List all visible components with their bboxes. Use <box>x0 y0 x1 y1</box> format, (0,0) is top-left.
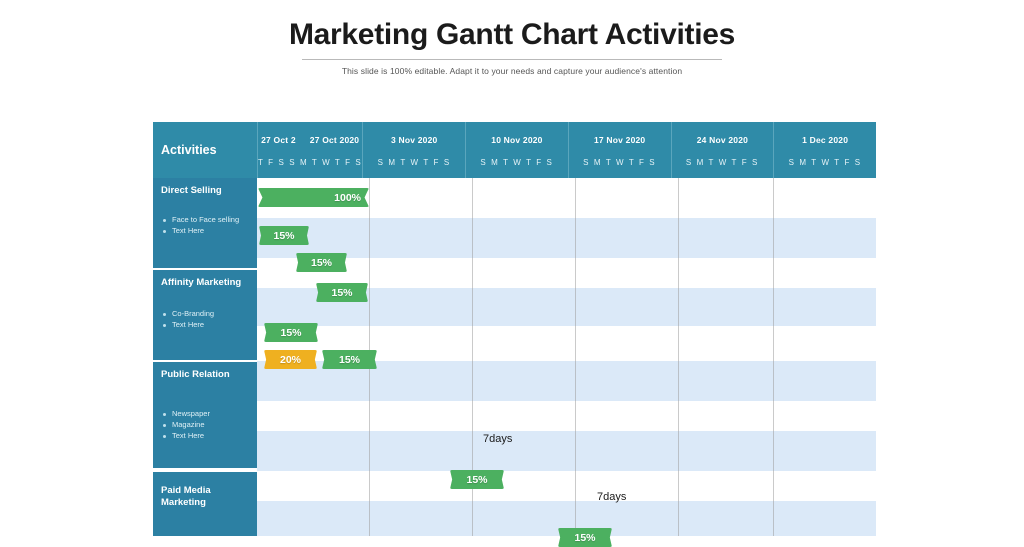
header-date-27-oct-2020: 27 Oct 2020 <box>309 135 360 145</box>
header-column-5: 24 Nov 2020 S M T W T F S <box>670 122 774 178</box>
header-column-2-dates: 3 Nov 2020 <box>363 135 465 145</box>
activity-title: Direct Selling <box>161 185 222 196</box>
header-column-6-days: S M T W T F S <box>788 158 862 167</box>
row-band <box>257 431 876 471</box>
activity-bullets: Newspaper Magazine Text Here <box>161 409 251 442</box>
header-column-1: 27 Oct 2 27 Oct 2020 T F S S M T W T F S <box>257 122 362 178</box>
activity-bullets: Co-Branding Text Here <box>161 309 251 331</box>
activity-title: Affinity Marketing <box>161 277 242 288</box>
header-activities-cell: Activities <box>153 122 257 178</box>
task-bar[interactable]: 15% <box>558 528 612 547</box>
header-date-1-dec-2020: 1 Dec 2020 <box>802 135 849 145</box>
header-column-1-dates: 27 Oct 2 27 Oct 2020 <box>258 135 362 145</box>
header-column-3: 10 Nov 2020 S M T W T F S <box>465 122 568 178</box>
activity-block-affinity-marketing[interactable]: Affinity Marketing Co-Branding Text Here <box>153 270 257 362</box>
activity-bullets: Face to Face selling Text Here <box>161 215 251 237</box>
header-column-3-dates: 10 Nov 2020 <box>466 135 568 145</box>
gantt-header-row: Activities 27 Oct 2 27 Oct 2020 T F S S … <box>153 122 876 178</box>
gantt-chart: Activities 27 Oct 2 27 Oct 2020 T F S S … <box>153 122 876 547</box>
header-date-17-nov-2020: 17 Nov 2020 <box>594 135 646 145</box>
task-bar[interactable]: 15% <box>450 470 504 489</box>
activity-bullet: Text Here <box>161 226 251 237</box>
header-date-24-nov-2020: 24 Nov 2020 <box>696 135 749 145</box>
activity-bullet: Magazine <box>161 420 251 431</box>
gantt-body: Direct Selling Face to Face selling Text… <box>153 178 876 547</box>
page-title: Marketing Gantt Chart Activities <box>288 18 736 51</box>
header-column-2-days: S M T W T F S <box>377 158 451 167</box>
header-column-5-days: S M T W T F S <box>685 158 759 167</box>
activity-block-public-relation[interactable]: Public Relation Newspaper Magazine Text … <box>153 362 257 470</box>
header-date-10-nov-2020: 10 Nov 2020 <box>491 135 543 145</box>
header-column-4-dates: 17 Nov 2020 <box>569 135 671 145</box>
task-bar[interactable]: 15% <box>316 283 368 302</box>
header-column-4-days: S M T W T F S <box>583 158 657 167</box>
header-activities-label: Activities <box>161 143 217 157</box>
activity-title: Paid Media Marketing <box>161 485 211 508</box>
column-divider <box>575 178 576 536</box>
activity-bullet: Face to Face selling <box>161 215 251 226</box>
task-bar[interactable]: 100% <box>258 188 369 207</box>
activity-bullet: Text Here <box>161 320 251 331</box>
task-bar[interactable]: 15% <box>296 253 347 272</box>
header-column-1-days: T F S S M T W T F S <box>258 158 363 167</box>
activity-bullet: Text Here <box>161 431 251 442</box>
title-divider <box>302 59 722 60</box>
page-subtitle: This slide is 100% editable. Adapt it to… <box>341 66 683 76</box>
column-divider <box>773 178 774 536</box>
activity-block-paid-media-marketing[interactable]: Paid Media Marketing <box>153 472 257 536</box>
task-bar[interactable]: 15% <box>259 226 309 245</box>
duration-label: 7days <box>597 491 627 503</box>
header-column-6: 1 Dec 2020 S M T W T F S <box>773 122 876 178</box>
header-column-2: 3 Nov 2020 S M T W T F S <box>362 122 465 178</box>
column-divider <box>678 178 679 536</box>
header-column-6-dates: 1 Dec 2020 <box>774 135 876 145</box>
activity-bullet: Co-Branding <box>161 309 251 320</box>
header-column-3-days: S M T W T F S <box>480 158 554 167</box>
duration-label: 7days <box>483 433 513 445</box>
task-bar[interactable]: 15% <box>322 350 377 369</box>
header-date-3-nov-2020: 3 Nov 2020 <box>391 135 438 145</box>
header-column-4: 17 Nov 2020 S M T W T F S <box>567 122 671 178</box>
title-block: Marketing Gantt Chart Activities This sl… <box>0 18 1024 76</box>
activity-bullet: Newspaper <box>161 409 251 420</box>
activity-block-direct-selling[interactable]: Direct Selling Face to Face selling Text… <box>153 178 257 270</box>
header-date-27-oct-2: 27 Oct 2 <box>261 135 296 145</box>
row-band <box>257 218 876 258</box>
activity-title: Public Relation <box>161 369 230 380</box>
task-bar[interactable]: 15% <box>264 323 318 342</box>
header-column-5-dates: 24 Nov 2020 <box>672 135 774 145</box>
task-bar[interactable]: 20% <box>264 350 317 369</box>
